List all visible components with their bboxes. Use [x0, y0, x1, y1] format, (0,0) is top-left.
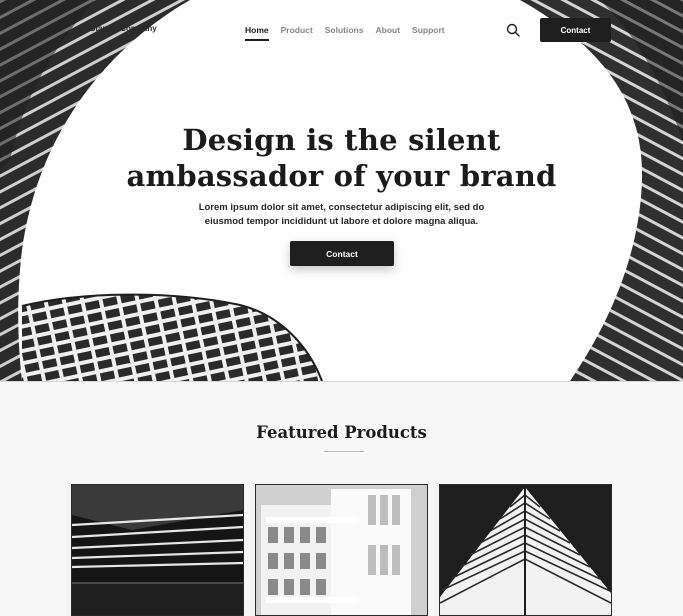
nav-product[interactable]: Product [281, 24, 313, 36]
header-contact-button[interactable]: Contact [540, 18, 611, 42]
main-menu: Home Product Solutions About Support [245, 24, 445, 41]
product-image-3 [440, 485, 611, 615]
hero-section: Startup Company Home Product Solutions A… [0, 0, 683, 382]
product-card-1[interactable] [71, 484, 244, 616]
nav-solutions[interactable]: Solutions [325, 24, 364, 36]
featured-products-heading: Featured Products [256, 423, 427, 442]
product-image-2 [256, 485, 427, 615]
hero-contact-button[interactable]: Contact [290, 241, 394, 266]
hero-subtitle-line-1: Lorem ipsum dolor sit amet, consectetur … [198, 202, 485, 213]
hero-title-line-2: ambassador of your brand [126, 159, 557, 193]
search-icon[interactable] [506, 23, 520, 37]
product-image-1 [72, 485, 243, 615]
nav-support[interactable]: Support [412, 24, 445, 36]
top-navigation: Startup Company Home Product Solutions A… [0, 0, 683, 60]
hero-subtitle: Lorem ipsum dolor sit amet, consectetur … [0, 201, 683, 229]
nav-about[interactable]: About [375, 24, 400, 36]
brand-name[interactable]: Startup Company [90, 24, 157, 33]
product-card-2[interactable] [255, 484, 428, 616]
hero-title-line-1: Design is the silent [182, 123, 501, 157]
hero-title: Design is the silent ambassador of your … [0, 122, 683, 194]
nav-home[interactable]: Home [245, 24, 269, 41]
heading-divider [324, 451, 364, 452]
product-card-3[interactable] [439, 484, 612, 616]
hero-subtitle-line-2: eiusmod tempor incididunt ut labore et d… [204, 216, 479, 227]
